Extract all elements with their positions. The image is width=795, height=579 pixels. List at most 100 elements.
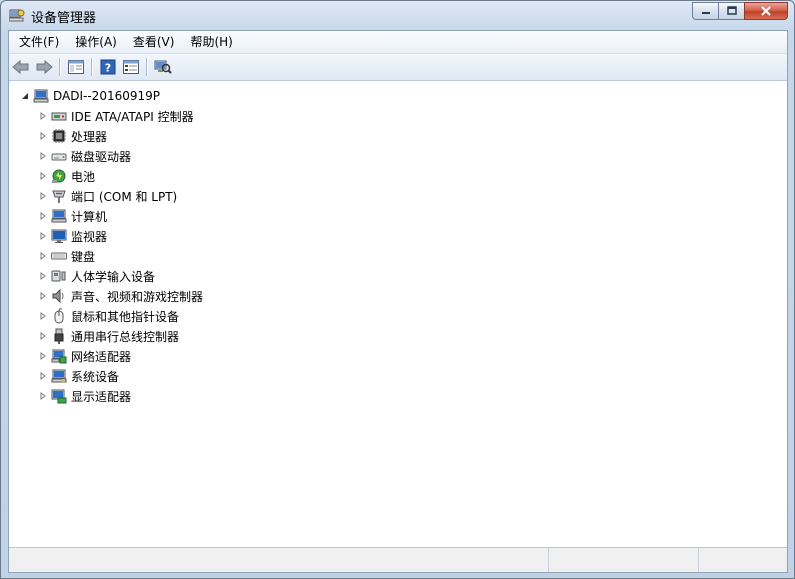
- collapsed-arrow-icon[interactable]: [38, 107, 48, 125]
- tree-node[interactable]: 电池: [38, 167, 95, 185]
- toolbar-separator: [146, 58, 147, 76]
- scan-hardware-button[interactable]: [152, 56, 174, 78]
- disk-drive-icon: [51, 148, 67, 164]
- tree-node-label: DADI--20160919P: [53, 89, 160, 103]
- collapsed-arrow-icon[interactable]: [38, 267, 48, 285]
- tree-node-label: 网络适配器: [71, 349, 132, 364]
- collapsed-arrow-icon[interactable]: [38, 327, 48, 345]
- close-icon: [761, 6, 771, 16]
- sound-icon: [51, 288, 67, 304]
- tree-node-label: 计算机: [71, 209, 108, 224]
- expanded-arrow-icon[interactable]: [20, 87, 30, 105]
- tree-node-label: 处理器: [71, 129, 108, 144]
- menu-file[interactable]: 文件(F): [13, 32, 65, 52]
- menu-help[interactable]: 帮助(H): [184, 32, 238, 52]
- device-manager-app-icon: [8, 7, 25, 23]
- battery-icon: [51, 168, 67, 184]
- tree-node[interactable]: 通用串行总线控制器: [38, 327, 179, 345]
- tree-node-label: 人体学输入设备: [71, 269, 156, 284]
- collapsed-arrow-icon[interactable]: [38, 287, 48, 305]
- collapsed-arrow-icon[interactable]: [38, 387, 48, 405]
- port-icon: [51, 188, 67, 204]
- collapsed-arrow-icon[interactable]: [38, 227, 48, 245]
- maximize-icon: [726, 6, 737, 15]
- toolbar-separator: [59, 58, 60, 76]
- tree-node[interactable]: 声音、视频和游戏控制器: [38, 287, 203, 305]
- system-device-icon: [51, 368, 67, 384]
- tree-root-node[interactable]: DADI--20160919P: [20, 87, 160, 105]
- help-icon: ?: [100, 59, 116, 75]
- tree-node-label: 鼠标和其他指针设备: [71, 309, 180, 324]
- tree-node-label: 声音、视频和游戏控制器: [71, 289, 204, 304]
- tree-node[interactable]: 鼠标和其他指针设备: [38, 307, 179, 325]
- close-button[interactable]: [744, 2, 788, 20]
- status-bar: [9, 547, 787, 572]
- forward-button[interactable]: [33, 56, 55, 78]
- tree-node-label: 磁盘驱动器: [71, 149, 132, 164]
- collapsed-arrow-icon[interactable]: [38, 367, 48, 385]
- menu-action[interactable]: 操作(A): [69, 32, 123, 52]
- network-adapter-icon: [51, 348, 67, 364]
- tree-node[interactable]: 处理器: [38, 127, 107, 145]
- collapsed-arrow-icon[interactable]: [38, 347, 48, 365]
- tree-node[interactable]: 人体学输入设备: [38, 267, 155, 285]
- menu-view[interactable]: 查看(V): [127, 32, 181, 52]
- tree-node-label: IDE ATA/ATAPI 控制器: [71, 109, 194, 124]
- tree-node-label: 监视器: [71, 229, 108, 244]
- tree-node-label: 系统设备: [71, 369, 120, 384]
- toolbar: ?: [9, 54, 787, 81]
- console-tree-icon: [68, 60, 84, 74]
- tree-node[interactable]: 监视器: [38, 227, 107, 245]
- tree-node[interactable]: 计算机: [38, 207, 107, 225]
- tree-node[interactable]: 显示适配器: [38, 387, 131, 405]
- tree-node[interactable]: IDE ATA/ATAPI 控制器: [38, 107, 194, 125]
- computer-icon: [51, 208, 67, 224]
- show-hide-console-tree-button[interactable]: [65, 56, 87, 78]
- display-adapter-icon: [51, 388, 67, 404]
- tree-node[interactable]: 键盘: [38, 247, 95, 265]
- collapsed-arrow-icon[interactable]: [38, 307, 48, 325]
- tree-node[interactable]: 网络适配器: [38, 347, 131, 365]
- tree-node[interactable]: 系统设备: [38, 367, 119, 385]
- usb-icon: [51, 328, 67, 344]
- window-title: 设备管理器: [31, 11, 97, 26]
- keyboard-icon: [51, 248, 67, 264]
- monitor-icon: [51, 228, 67, 244]
- processor-icon: [51, 128, 67, 144]
- collapsed-arrow-icon[interactable]: [38, 247, 48, 265]
- mouse-icon: [51, 308, 67, 324]
- minimize-icon: [701, 12, 710, 14]
- collapsed-arrow-icon[interactable]: [38, 147, 48, 165]
- arrow-right-icon: [36, 59, 53, 75]
- toolbar-separator: [91, 58, 92, 76]
- computer-icon: [33, 88, 49, 104]
- status-pane-main: [9, 548, 549, 572]
- svg-text:?: ?: [105, 62, 111, 75]
- collapsed-arrow-icon[interactable]: [38, 187, 48, 205]
- menu-bar: 文件(F) 操作(A) 查看(V) 帮助(H): [9, 31, 787, 54]
- tree-node-label: 端口 (COM 和 LPT): [71, 189, 178, 204]
- status-pane-grip: [699, 548, 787, 572]
- device-tree[interactable]: DADI--20160919P IDE ATA/ATAPI 控制器 处理器磁盘驱动器…: [9, 81, 787, 549]
- scan-hardware-icon: [154, 60, 172, 74]
- back-button[interactable]: [10, 56, 32, 78]
- minimize-button[interactable]: [692, 2, 719, 20]
- ide-controller-icon: [51, 108, 67, 124]
- help-button[interactable]: ?: [97, 56, 119, 78]
- caption-buttons: [692, 2, 788, 20]
- tree-node-label: 显示适配器: [71, 389, 132, 404]
- properties-icon: [123, 60, 139, 74]
- maximize-button[interactable]: [718, 2, 745, 20]
- arrow-left-icon: [12, 59, 29, 75]
- tree-node-label: 电池: [71, 169, 96, 184]
- collapsed-arrow-icon[interactable]: [38, 207, 48, 225]
- collapsed-arrow-icon[interactable]: [38, 167, 48, 185]
- properties-button[interactable]: [120, 56, 142, 78]
- title-bar[interactable]: 设备管理器: [1, 1, 794, 29]
- collapsed-arrow-icon[interactable]: [38, 127, 48, 145]
- device-manager-window: 设备管理器 文件(F) 操作(A) 查看(V) 帮助(H) ? DADI--20…: [0, 0, 795, 579]
- tree-node[interactable]: 端口 (COM 和 LPT): [38, 187, 177, 205]
- status-pane-secondary: [549, 548, 699, 572]
- tree-node[interactable]: 磁盘驱动器: [38, 147, 131, 165]
- tree-node-label: 键盘: [71, 249, 96, 264]
